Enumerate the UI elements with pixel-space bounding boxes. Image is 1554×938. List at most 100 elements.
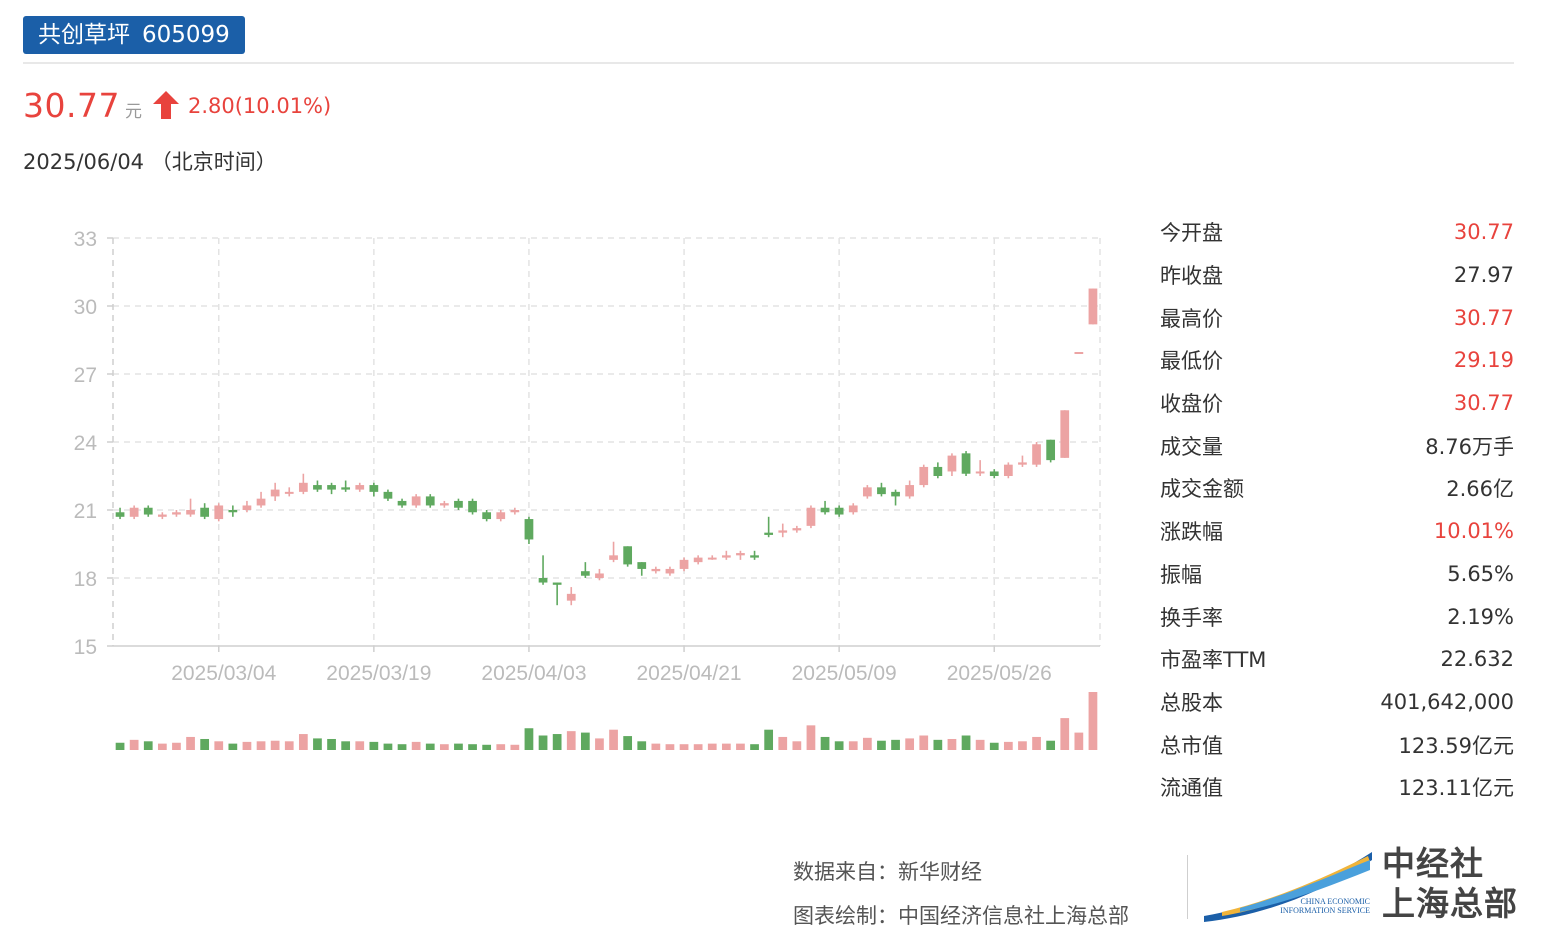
- data-source: 数据来自：新华财经: [793, 860, 982, 884]
- stat-value: 29.19: [1453, 348, 1514, 373]
- volume-bar: [750, 744, 759, 750]
- stat-value: 27.97: [1453, 263, 1514, 288]
- volume-bar: [510, 744, 520, 750]
- chart-grid: [113, 237, 1101, 646]
- candle: [129, 505, 139, 520]
- candle: [989, 469, 999, 479]
- candle: [228, 505, 238, 517]
- stat-label: 今开盘: [1160, 221, 1223, 246]
- stat-value: 123.11亿元: [1398, 776, 1514, 801]
- volume-bar: [566, 731, 576, 750]
- x-tick-label: 2025/04/21: [636, 662, 741, 685]
- stat-label: 总股本: [1160, 690, 1223, 715]
- candle-body: [623, 546, 633, 565]
- volume-bar: [1046, 740, 1056, 750]
- candle: [327, 482, 336, 495]
- candle: [454, 498, 463, 510]
- volume-bar: [313, 738, 322, 750]
- candle-body: [129, 507, 139, 517]
- volume-bar: [143, 741, 153, 750]
- candle-body: [270, 489, 280, 497]
- logo-line-1: 中经社: [1382, 844, 1484, 883]
- volume-bar: [200, 738, 210, 750]
- candle: [284, 487, 294, 497]
- candle: [580, 562, 590, 578]
- candle-body: [975, 471, 985, 474]
- candle-body: [961, 453, 971, 474]
- volume-bar: [679, 744, 689, 750]
- x-tick-label: 2025/05/09: [792, 662, 897, 685]
- volume-bar: [256, 741, 266, 750]
- volume-bar: [820, 736, 830, 750]
- stat-label: 收盘价: [1160, 392, 1223, 417]
- y-tick-label: 30: [74, 296, 97, 319]
- candle: [1046, 439, 1056, 463]
- volume-bar: [1088, 692, 1098, 750]
- stat-value: 123.59亿元: [1398, 733, 1514, 758]
- volume-bar: [172, 742, 181, 750]
- candle-body: [256, 498, 266, 506]
- volume-bar: [919, 735, 929, 750]
- candle-body: [298, 482, 308, 492]
- volume-bar: [862, 737, 872, 750]
- volume-bar: [891, 739, 900, 750]
- candle-body: [595, 573, 604, 578]
- footer-credits: 数据来自：新华财经 图表绘制：中国经济信息社上海总部: [793, 850, 1129, 938]
- volume-bar: [637, 741, 647, 750]
- candle-body: [115, 512, 125, 517]
- volume-bar: [609, 729, 618, 750]
- stat-label: 最高价: [1160, 306, 1223, 331]
- stat-row: 市盈率TTM 22.632: [1160, 638, 1514, 681]
- volume-bar: [1003, 741, 1013, 750]
- candle: [566, 587, 576, 606]
- candle: [468, 498, 477, 515]
- candle-body: [157, 514, 167, 517]
- volume-bar: [736, 743, 745, 750]
- stat-label: 流通值: [1160, 776, 1223, 801]
- candle-body: [891, 491, 900, 497]
- volume-bar: [538, 735, 548, 750]
- candle-body: [566, 593, 576, 601]
- stat-value: 2.19%: [1447, 604, 1514, 629]
- candle: [750, 550, 759, 560]
- x-tick-label: 2025/05/26: [947, 662, 1052, 685]
- stat-row: 收盘价 30.77: [1160, 382, 1514, 425]
- y-tick-label: 18: [74, 568, 97, 591]
- candle-body: [1018, 462, 1027, 465]
- volume-bar: [383, 743, 393, 750]
- volume-bar: [228, 743, 238, 750]
- candle-body: [482, 512, 492, 520]
- candle-body: [355, 485, 365, 490]
- candle-body: [778, 530, 788, 533]
- stat-value: 22.632: [1440, 647, 1514, 672]
- volume-bar: [721, 743, 731, 750]
- volume-series: [115, 692, 1098, 750]
- stat-label: 市盈率TTM: [1160, 648, 1267, 673]
- candle-body: [736, 553, 745, 556]
- candle-body: [383, 491, 393, 499]
- volume-bar: [397, 744, 407, 750]
- candle: [510, 507, 520, 515]
- candle-body: [1003, 464, 1013, 476]
- stat-label: 振幅: [1160, 562, 1202, 587]
- volume-bar: [524, 728, 534, 750]
- volume-bar: [905, 738, 915, 750]
- candle: [157, 512, 167, 520]
- candle-body: [284, 491, 294, 494]
- candle: [298, 473, 308, 495]
- volume-bar: [496, 744, 506, 750]
- candle-body: [637, 562, 647, 569]
- candle-body: [1032, 444, 1041, 465]
- volume-bar: [355, 741, 365, 750]
- candle-body: [834, 507, 844, 515]
- candle: [947, 453, 957, 476]
- candle: [707, 555, 717, 560]
- candle: [397, 498, 407, 508]
- candle: [834, 505, 844, 517]
- volume-bar: [1074, 732, 1084, 750]
- candle-body: [905, 485, 915, 497]
- candle: [1060, 410, 1070, 458]
- volume-bar: [834, 741, 844, 750]
- stat-value: 5.65%: [1447, 561, 1514, 586]
- chart-axes: 33 30 27 24 21 18 15 2025/03/04 2025/03/19 2025/0…: [74, 228, 1100, 685]
